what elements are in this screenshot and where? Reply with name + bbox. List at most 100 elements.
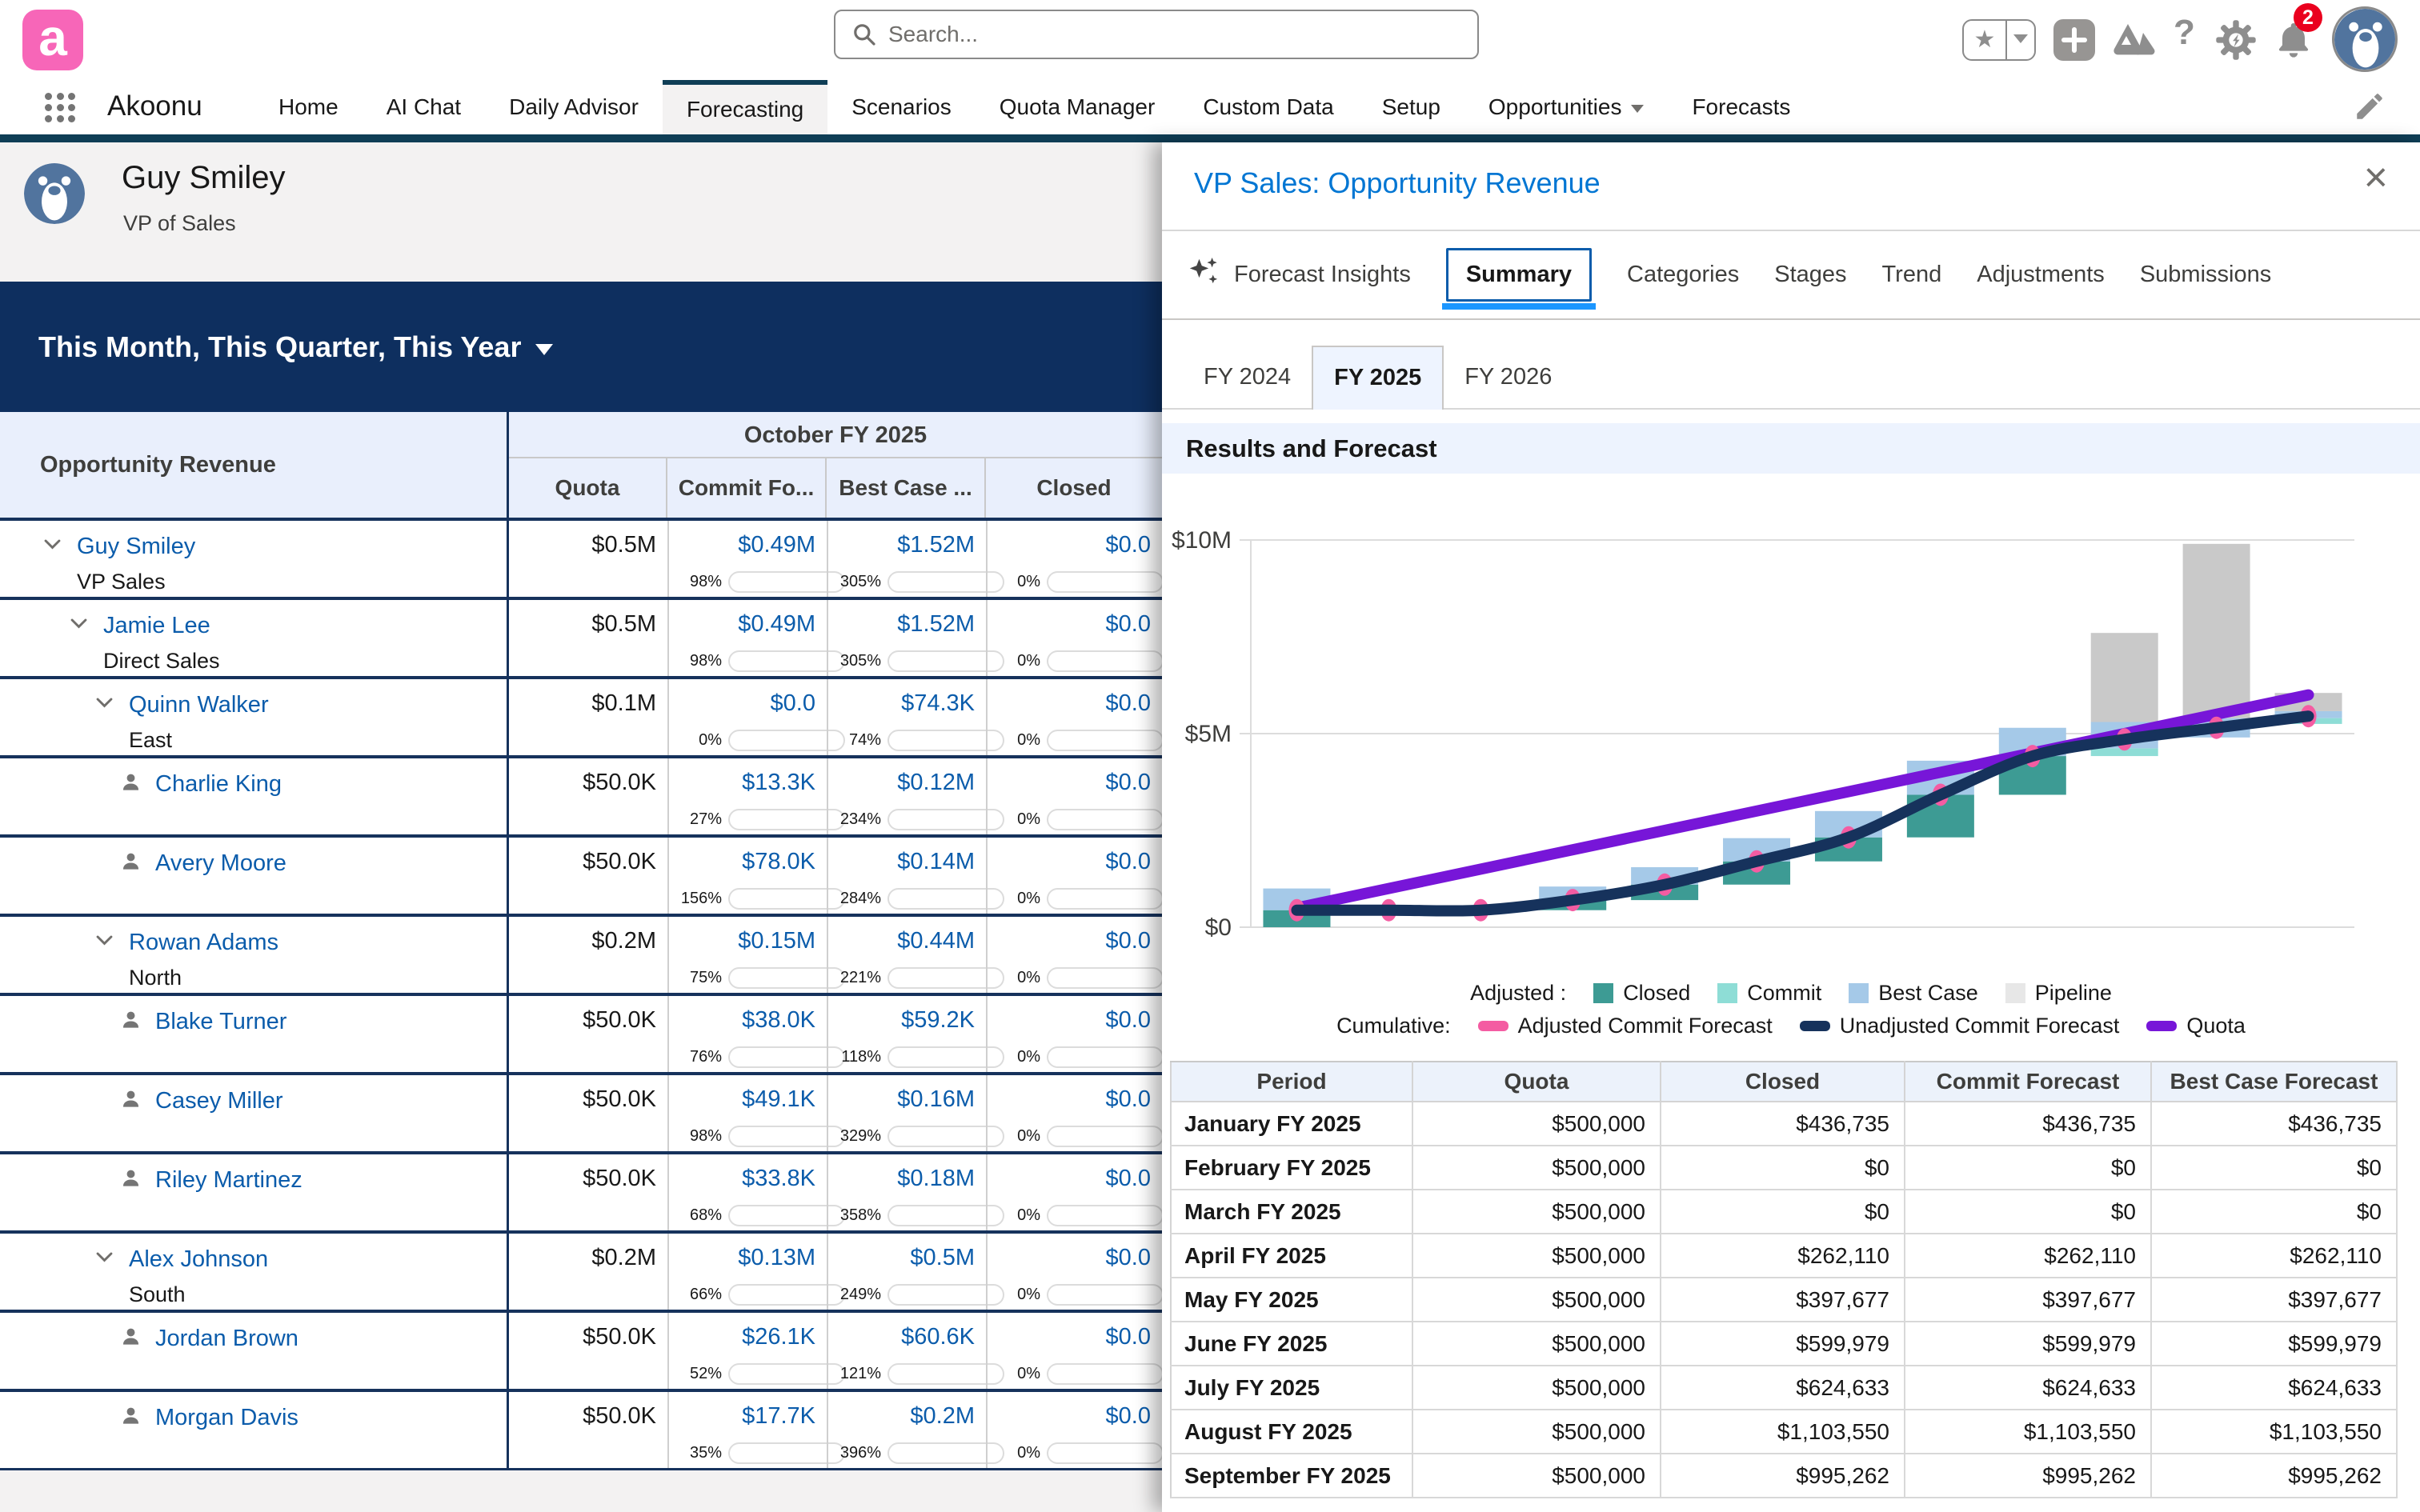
closed-cell-value[interactable]: $0.0 — [988, 758, 1162, 796]
panel-tab-trend[interactable]: Trend — [1882, 262, 1942, 288]
member-name-link[interactable]: Alex Johnson — [129, 1246, 268, 1273]
user-avatar[interactable] — [2332, 6, 2398, 72]
column-header-closed[interactable]: Closed — [984, 458, 1162, 518]
nav-tab-setup[interactable]: Setup — [1358, 80, 1464, 134]
member-name-link[interactable]: Jamie Lee — [103, 613, 220, 639]
section-title: Results and Forecast — [1186, 434, 1437, 463]
period-selector[interactable]: This Month, This Quarter, This Year — [0, 282, 1162, 412]
closed-cell-value[interactable]: $0.0 — [988, 1313, 1162, 1350]
panel-tab-summary[interactable]: Summary — [1446, 248, 1592, 302]
best-case-cell-value[interactable]: $0.2M — [828, 1392, 986, 1430]
favorites-button[interactable]: ★ — [1962, 19, 2036, 61]
search-input[interactable]: Search... — [834, 10, 1479, 59]
commit-forecast-cell-value[interactable]: $0.49M — [669, 521, 827, 558]
commit-forecast-cell-value[interactable]: $0.49M — [669, 600, 827, 638]
best-case-cell-value[interactable]: $60.6K — [828, 1313, 986, 1350]
profile-role: VP of Sales — [123, 211, 236, 236]
nav-tab-forecasts[interactable]: Forecasts — [1668, 80, 1814, 134]
best-case-cell-value[interactable]: $0.16M — [828, 1075, 986, 1113]
best-case-cell-value[interactable]: $0.12M — [828, 758, 986, 796]
commit-forecast-cell-value[interactable]: $49.1K — [669, 1075, 827, 1113]
member-name-link[interactable]: Avery Moore — [155, 850, 286, 877]
nav-tab-quota-manager[interactable]: Quota Manager — [976, 80, 1180, 134]
best-case-cell-value[interactable]: $1.52M — [828, 521, 986, 558]
chevron-down-icon[interactable] — [94, 930, 122, 993]
nav-tab-forecasting[interactable]: Forecasting — [663, 80, 827, 134]
commit-forecast-cell-value[interactable]: $13.3K — [669, 758, 827, 796]
commit-forecast-cell-value[interactable]: $33.8K — [669, 1154, 827, 1192]
nav-tab-opportunities[interactable]: Opportunities — [1464, 80, 1669, 134]
panel-tab-stages[interactable]: Stages — [1774, 262, 1846, 288]
best-case-cell-value[interactable]: $0.14M — [828, 838, 986, 875]
best-case-cell-value[interactable]: $0.18M — [828, 1154, 986, 1192]
member-name-link[interactable]: Casey Miller — [155, 1088, 283, 1114]
commit-forecast-cell: $0.13M66% — [667, 1234, 827, 1310]
member-cell: Charlie King — [0, 758, 509, 834]
nav-tab-home[interactable]: Home — [254, 80, 363, 134]
member-name-link[interactable]: Charlie King — [155, 771, 282, 798]
member-name-link[interactable]: Jordan Brown — [155, 1326, 298, 1352]
commit-forecast-cell-value[interactable]: $26.1K — [669, 1313, 827, 1350]
nav-tab-ai-chat[interactable]: AI Chat — [363, 80, 485, 134]
best-case-cell-value[interactable]: $59.2K — [828, 996, 986, 1034]
nav-tab-custom-data[interactable]: Custom Data — [1179, 80, 1357, 134]
closed-cell-attainment: 0% — [988, 1284, 1162, 1306]
closed-cell-value[interactable]: $0.0 — [988, 1154, 1162, 1192]
commit-forecast-cell-value[interactable]: $0.15M — [669, 917, 827, 954]
best-case-cell-value[interactable]: $0.44M — [828, 917, 986, 954]
chevron-down-icon[interactable] — [68, 613, 97, 676]
panel-tab-forecast-insights[interactable]: Forecast Insights — [1186, 254, 1411, 297]
setup-gear-icon[interactable] — [2215, 19, 2257, 65]
nav-tab-daily-advisor[interactable]: Daily Advisor — [485, 80, 663, 134]
closed-cell-value[interactable]: $0.0 — [988, 1075, 1162, 1113]
legend-label: Pipeline — [2035, 981, 2112, 1006]
app-launcher-waffle-icon[interactable] — [45, 93, 77, 123]
nav-tab-scenarios[interactable]: Scenarios — [827, 80, 976, 134]
year-tab-fy-2025[interactable]: FY 2025 — [1312, 346, 1444, 410]
closed-cell-value[interactable]: $0.0 — [988, 521, 1162, 558]
closed-cell-value[interactable]: $0.0 — [988, 917, 1162, 954]
help-icon[interactable]: ? — [2174, 13, 2195, 53]
closed-cell-value[interactable]: $0.0 — [988, 1392, 1162, 1430]
panel-tab-categories[interactable]: Categories — [1627, 262, 1739, 288]
favorites-dropdown-icon[interactable] — [2007, 33, 2034, 47]
member-name-link[interactable]: Riley Martinez — [155, 1167, 302, 1194]
add-button[interactable] — [2053, 19, 2095, 61]
closed-cell-value[interactable]: $0.0 — [988, 600, 1162, 638]
trailhead-icon[interactable] — [2111, 19, 2158, 65]
year-tab-fy-2024[interactable]: FY 2024 — [1183, 346, 1312, 408]
closed-cell-value[interactable]: $0.0 — [988, 1234, 1162, 1271]
commit-forecast-cell-value[interactable]: $0.0 — [669, 679, 827, 717]
close-icon[interactable]: × — [2364, 154, 2388, 202]
member-name-link[interactable]: Morgan Davis — [155, 1405, 298, 1431]
edit-nav-pencil-icon[interactable] — [2353, 90, 2386, 127]
year-tab-fy-2026[interactable]: FY 2026 — [1444, 346, 1573, 408]
closed-cell-value[interactable]: $0.0 — [988, 679, 1162, 717]
chevron-down-icon[interactable] — [94, 692, 122, 755]
commit-forecast-cell-value[interactable]: $0.13M — [669, 1234, 827, 1271]
column-header-best-case-[interactable]: Best Case ... — [825, 458, 984, 518]
column-header-quota[interactable]: Quota — [509, 458, 666, 518]
member-name-link[interactable]: Guy Smiley — [77, 534, 195, 560]
member-name-link[interactable]: Quinn Walker — [129, 692, 269, 718]
best-case-cell-attainment: 305% — [828, 571, 986, 593]
closed-cell-value[interactable]: $0.0 — [988, 838, 1162, 875]
member-name-link[interactable]: Blake Turner — [155, 1009, 286, 1035]
chevron-down-icon[interactable] — [94, 1246, 122, 1310]
value-cell: $436,735 — [1661, 1102, 1905, 1146]
best-case-cell-value[interactable]: $1.52M — [828, 600, 986, 638]
best-case-cell-value[interactable]: $0.5M — [828, 1234, 986, 1271]
column-header-commit-fo-[interactable]: Commit Fo... — [666, 458, 825, 518]
member-text: Casey Miller — [155, 1088, 283, 1151]
commit-forecast-cell-value[interactable]: $38.0K — [669, 996, 827, 1034]
panel-tab-adjustments[interactable]: Adjustments — [1977, 262, 2105, 288]
commit-forecast-cell-value[interactable]: $17.7K — [669, 1392, 827, 1430]
member-name-link[interactable]: Rowan Adams — [129, 930, 278, 956]
panel-tab-submissions[interactable]: Submissions — [2140, 262, 2271, 288]
akoonu-logo-icon[interactable]: a — [22, 10, 83, 70]
best-case-cell-value[interactable]: $74.3K — [828, 679, 986, 717]
commit-forecast-cell-value[interactable]: $78.0K — [669, 838, 827, 875]
chevron-down-icon[interactable] — [42, 534, 70, 597]
closed-cell-value[interactable]: $0.0 — [988, 996, 1162, 1034]
favorites-star-icon[interactable]: ★ — [1964, 21, 2007, 59]
